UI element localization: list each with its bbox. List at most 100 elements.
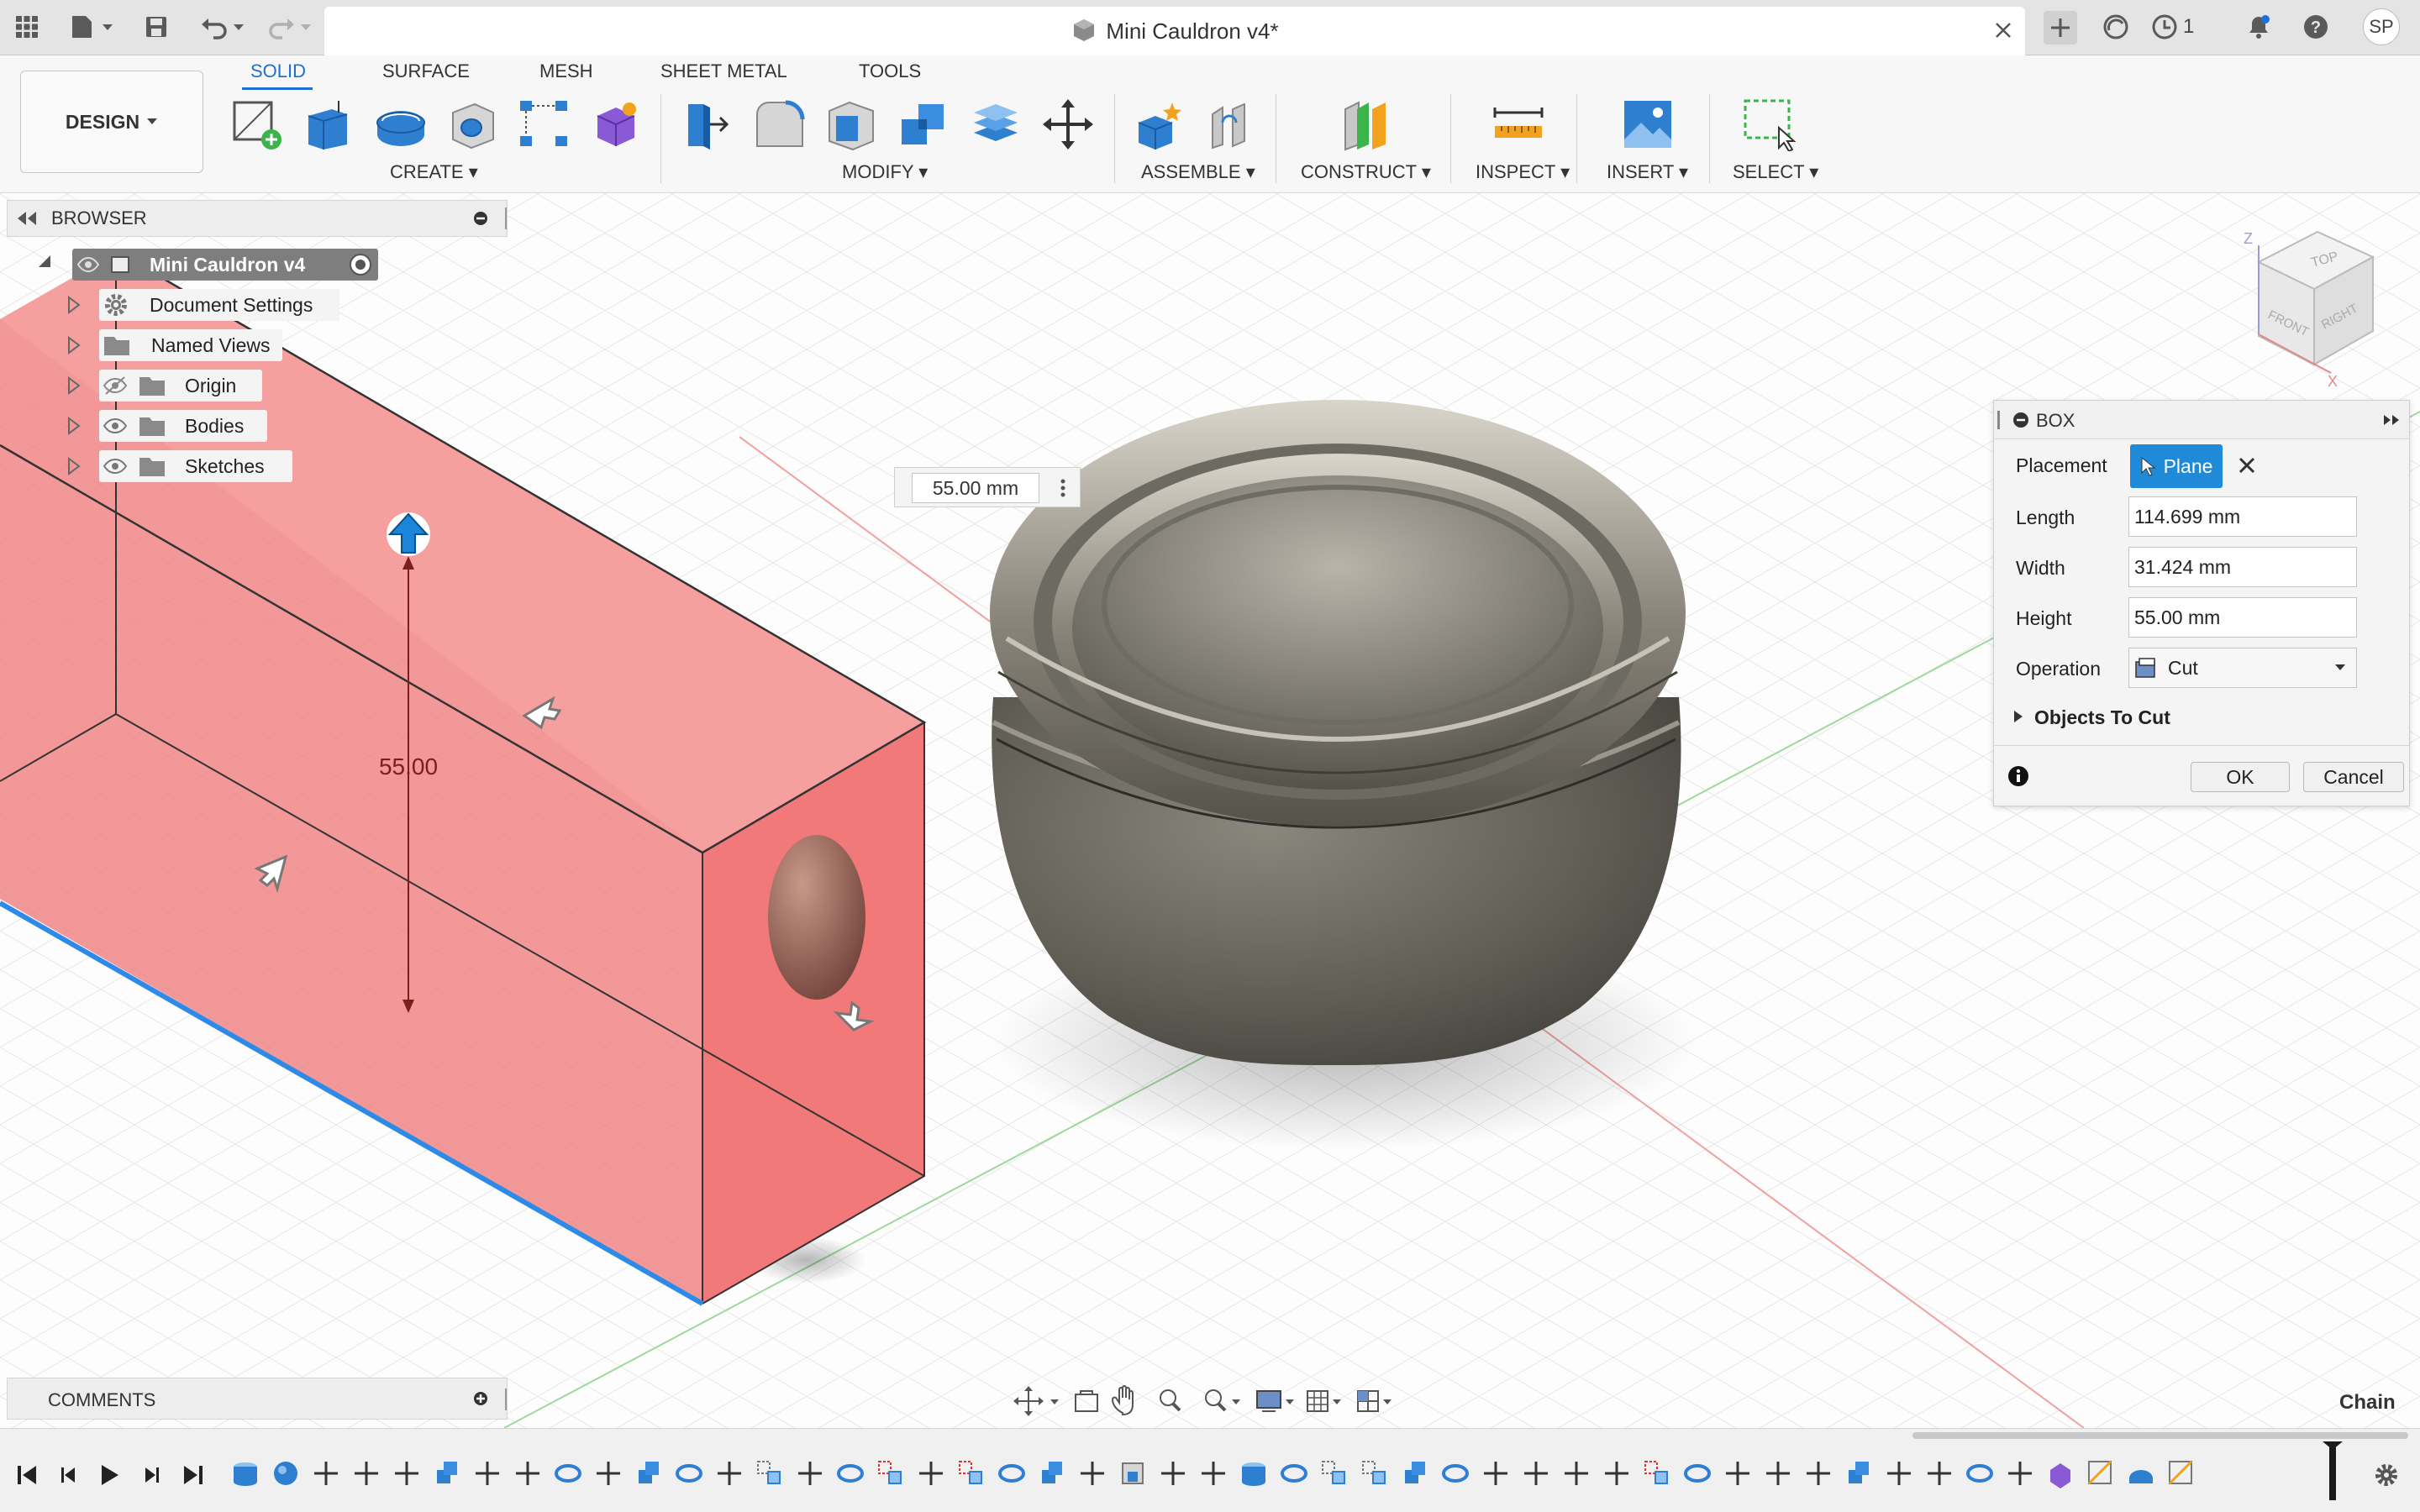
group-construct[interactable]: CONSTRUCT ▾	[1301, 161, 1431, 183]
placement-plane-button[interactable]: Plane	[2130, 444, 2223, 488]
length-input[interactable]: 114.699 mm	[2128, 496, 2357, 537]
close-tab-icon[interactable]	[1988, 15, 2018, 45]
viewports-icon[interactable]	[1356, 1381, 1407, 1421]
ok-button[interactable]: OK	[2191, 762, 2290, 792]
save-icon[interactable]	[141, 12, 171, 42]
revolve-icon[interactable]	[371, 94, 430, 155]
pan-icon[interactable]	[1106, 1381, 1148, 1421]
tab-surface[interactable]: SURFACE	[382, 60, 470, 82]
visibility-eye-icon[interactable]	[103, 416, 128, 436]
select-box-icon[interactable]	[1739, 94, 1798, 155]
add-comment-icon[interactable]	[473, 1391, 488, 1406]
app-grid-icon[interactable]	[12, 12, 42, 42]
combine-icon[interactable]	[894, 94, 953, 155]
expand-objects-icon[interactable]	[2012, 709, 2024, 724]
group-inspect[interactable]: INSPECT ▾	[1476, 161, 1570, 183]
height-dimension-label[interactable]: 55.00	[379, 753, 438, 780]
expand-origin-icon[interactable]	[67, 376, 81, 395]
canvas-viewport[interactable]: 55.00 TOP FRONT RIGHT Z X 55.00 mm	[0, 193, 2420, 1428]
cauldron-body[interactable]	[990, 400, 1686, 1066]
group-modify[interactable]: MODIFY ▾	[842, 161, 928, 183]
browser-item-named-views[interactable]: Named Views	[99, 329, 282, 361]
operation-select[interactable]: Cut	[2128, 648, 2357, 688]
browser-root-node[interactable]: Mini Cauldron v4	[72, 249, 378, 281]
browser-item-bodies[interactable]: Bodies	[99, 410, 267, 442]
previous-step-icon[interactable]	[54, 1460, 84, 1490]
tab-sheet-metal[interactable]: SHEET METAL	[660, 60, 787, 82]
tab-mesh[interactable]: MESH	[539, 60, 593, 82]
zoom-icon[interactable]	[1151, 1381, 1192, 1421]
width-input[interactable]: 31.424 mm	[2128, 547, 2357, 587]
create-sketch-icon[interactable]	[227, 94, 286, 155]
orbit-icon[interactable]	[1005, 1381, 1055, 1421]
play-icon[interactable]	[94, 1460, 124, 1490]
collapse-panel-icon[interactable]	[16, 210, 38, 227]
help-icon[interactable]: ?	[2301, 12, 2331, 42]
more-options-icon[interactable]	[1055, 475, 1071, 501]
timeline-features[interactable]	[229, 1453, 2338, 1495]
minimize-dialog-icon[interactable]	[2012, 412, 2029, 428]
shell-icon[interactable]	[822, 94, 881, 155]
move-icon[interactable]	[1039, 94, 1097, 155]
hole-icon[interactable]	[444, 94, 502, 155]
create-form-icon[interactable]	[587, 94, 645, 155]
selection-mode-label[interactable]: Chain	[2339, 1391, 2396, 1415]
new-component-icon[interactable]	[1129, 94, 1188, 155]
browser-header[interactable]: BROWSER	[7, 200, 508, 237]
document-tab[interactable]: Mini Cauldron v4*	[324, 7, 2025, 55]
height-field[interactable]: 55.00 mm	[2128, 597, 2357, 638]
expand-dialog-icon[interactable]	[2382, 413, 2401, 427]
next-step-icon[interactable]	[136, 1460, 166, 1490]
joint-icon[interactable]	[1202, 94, 1260, 155]
group-select[interactable]: SELECT ▾	[1733, 161, 1818, 183]
look-at-icon[interactable]	[1064, 1381, 1106, 1421]
visibility-eye-icon[interactable]	[103, 456, 128, 476]
timeline-scrollbar[interactable]	[1912, 1432, 2408, 1439]
extrude-icon[interactable]	[299, 94, 358, 155]
expand-root-icon[interactable]	[35, 252, 52, 269]
browser-item-sketches[interactable]: Sketches	[99, 450, 292, 482]
new-tab-icon[interactable]	[2044, 11, 2077, 45]
group-insert[interactable]: INSERT ▾	[1607, 161, 1688, 183]
browser-item-document-settings[interactable]: Document Settings	[99, 289, 339, 321]
offset-face-icon[interactable]	[966, 94, 1025, 155]
timeline-settings-icon[interactable]	[2371, 1460, 2402, 1490]
browser-item-origin[interactable]: Origin	[99, 370, 262, 402]
tab-tools[interactable]: TOOLS	[859, 60, 921, 82]
timeline-marker[interactable]	[2329, 1441, 2336, 1500]
job-status-icon[interactable]: 1	[2151, 12, 2210, 42]
height-input[interactable]: 55.00 mm	[912, 473, 1039, 503]
redo-icon[interactable]	[264, 12, 314, 42]
fit-icon[interactable]	[1197, 1381, 1247, 1421]
workspace-switcher[interactable]: DESIGN	[20, 71, 203, 173]
pin-panel-icon[interactable]	[473, 211, 488, 226]
tab-solid[interactable]: SOLID	[250, 60, 306, 82]
last-step-icon[interactable]	[178, 1460, 208, 1490]
press-pull-icon[interactable]	[677, 94, 736, 155]
expand-named-views-icon[interactable]	[67, 336, 81, 354]
expand-document-settings-icon[interactable]	[67, 296, 81, 314]
cancel-button[interactable]: Cancel	[2303, 762, 2404, 792]
first-step-icon[interactable]	[12, 1460, 42, 1490]
expand-sketches-icon[interactable]	[67, 457, 81, 475]
insert-image-icon[interactable]	[1618, 94, 1677, 155]
data-panel-icon[interactable]	[2101, 12, 2131, 42]
comments-panel[interactable]: COMMENTS	[7, 1378, 508, 1420]
pattern-icon[interactable]	[514, 94, 573, 155]
offset-plane-icon[interactable]	[1336, 94, 1395, 155]
fillet-icon[interactable]	[750, 94, 808, 155]
info-icon[interactable]	[2007, 765, 2029, 787]
measure-icon[interactable]	[1489, 94, 1548, 155]
visibility-eye-icon[interactable]	[77, 255, 99, 274]
file-menu-icon[interactable]	[67, 12, 118, 42]
model-scene[interactable]: 55.00 TOP FRONT RIGHT Z X	[0, 193, 2420, 1428]
display-settings-icon[interactable]	[1255, 1381, 1297, 1421]
expand-bodies-icon[interactable]	[67, 417, 81, 435]
user-avatar[interactable]: SP	[2363, 8, 2400, 45]
grid-settings-icon[interactable]	[1306, 1381, 1348, 1421]
dialog-header[interactable]: BOX	[1994, 401, 2409, 439]
clear-selection-icon[interactable]	[2238, 456, 2256, 475]
objects-to-cut-toggle[interactable]: Objects To Cut	[2034, 706, 2170, 729]
group-create[interactable]: CREATE ▾	[390, 161, 478, 183]
group-assemble[interactable]: ASSEMBLE ▾	[1141, 161, 1255, 183]
